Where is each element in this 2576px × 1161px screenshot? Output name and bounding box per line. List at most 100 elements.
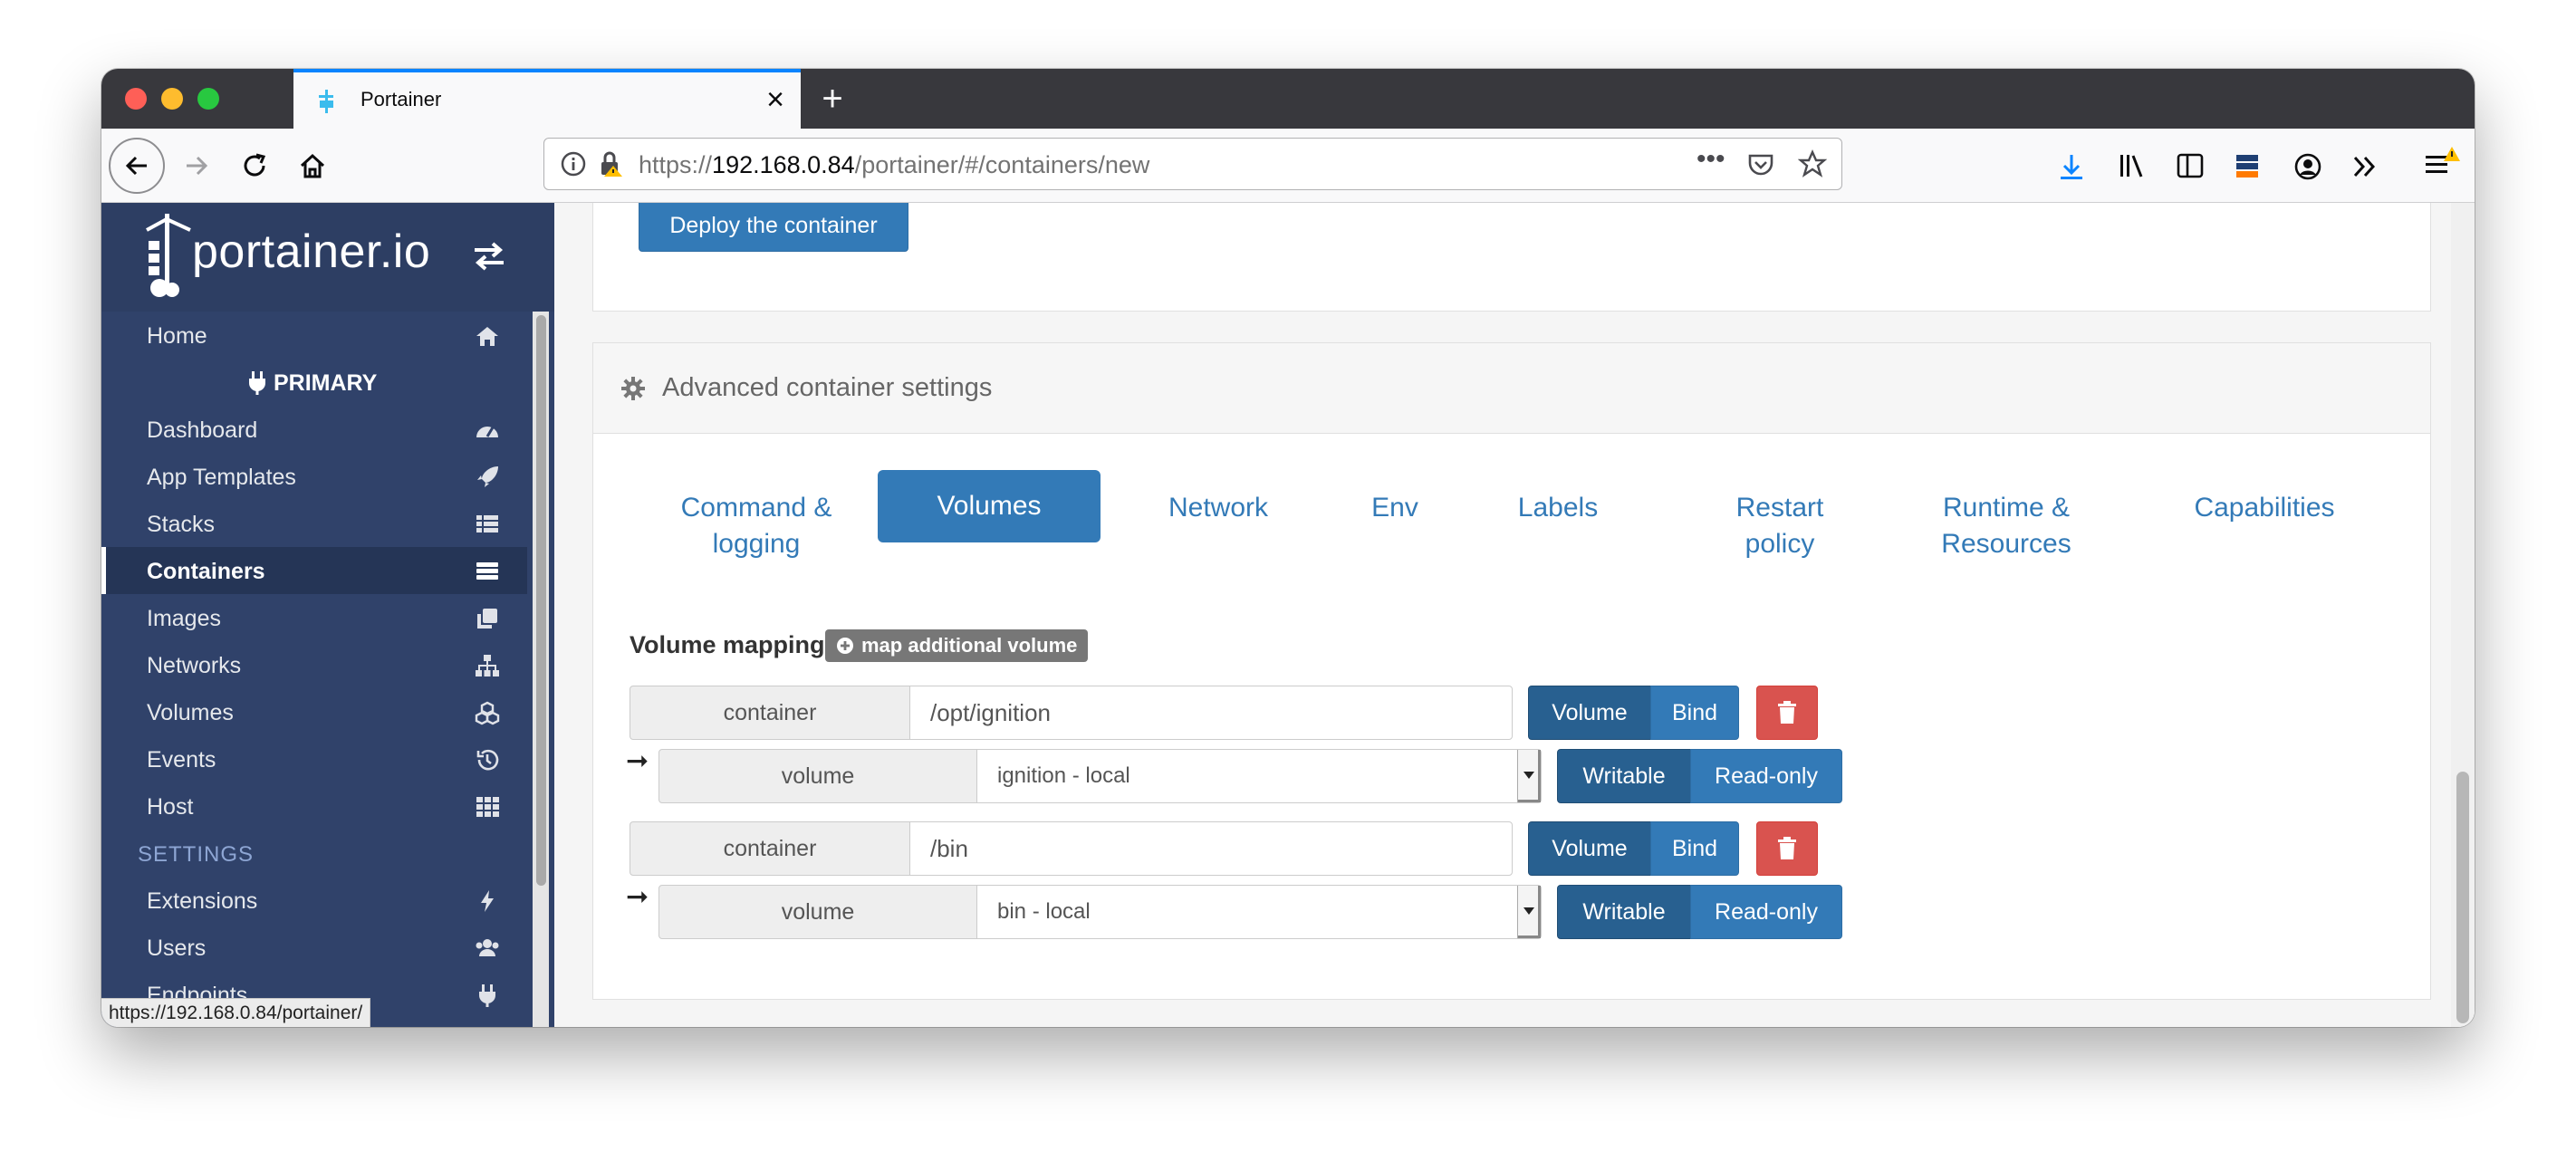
browser-tab[interactable]: Portainer ×	[293, 69, 801, 129]
zoom-window-button[interactable]	[197, 88, 219, 110]
tab-volumes[interactable]: Volumes	[878, 470, 1101, 542]
page-scrollbar-thumb[interactable]	[2456, 772, 2469, 1023]
url-scheme: https://	[639, 151, 713, 178]
bookmark-star-icon[interactable]	[1798, 149, 1827, 178]
tab-env[interactable]: Env	[1345, 490, 1445, 530]
map-additional-volume-label: map additional volume	[861, 634, 1078, 657]
page-content: portainer.io Home PRIMARY Dashboard App …	[101, 203, 2475, 1027]
sidebar-item-stacks[interactable]: Stacks	[101, 500, 527, 547]
forward-button[interactable]	[172, 141, 221, 190]
container-path-input[interactable]: /bin	[909, 821, 1513, 876]
sidebar-scrollbar-thumb[interactable]	[536, 315, 546, 886]
chevron-down-icon	[1523, 772, 1534, 779]
tab-command-logging[interactable]: Command & logging	[648, 490, 865, 571]
volume-select[interactable]: ignition - local	[976, 749, 1542, 803]
sidebar-item-dashboard[interactable]: Dashboard	[101, 406, 527, 453]
th-list-icon	[476, 515, 498, 533]
container-path-addon: container	[630, 686, 910, 740]
deploy-container-button[interactable]: Deploy the container	[639, 203, 908, 252]
tachometer-icon	[476, 427, 498, 437]
downloads-icon[interactable]	[2058, 152, 2085, 181]
sidebar-item-images[interactable]: Images	[101, 594, 527, 641]
writable-button[interactable]: Writable	[1557, 885, 1691, 939]
volume-type-bind-button[interactable]: Bind	[1650, 686, 1739, 740]
menu-icon[interactable]	[2422, 145, 2462, 181]
sidebar-item-label: Images	[147, 606, 221, 631]
plug-icon	[249, 371, 265, 395]
plus-circle-icon	[837, 638, 853, 654]
sidebar-item-label: Home	[147, 323, 207, 349]
close-window-button[interactable]	[125, 88, 147, 110]
tab-restart-policy[interactable]: Restart policy	[1707, 490, 1852, 571]
url-bar[interactable]: https://192.168.0.84/portainer/#/contain…	[543, 138, 1842, 190]
insecure-lock-icon[interactable]	[597, 149, 626, 178]
sidebar: portainer.io Home PRIMARY Dashboard App …	[101, 203, 554, 1027]
pocket-icon[interactable]	[1747, 151, 1774, 178]
volume-select-value: ignition - local	[997, 763, 1130, 788]
tab-network[interactable]: Network	[1137, 490, 1300, 530]
sidebar-item-extensions[interactable]: Extensions	[101, 877, 527, 924]
page-actions-icon[interactable]: •••	[1697, 144, 1725, 175]
writable-button[interactable]: Writable	[1557, 749, 1691, 803]
tab-labels[interactable]: Labels	[1499, 490, 1617, 530]
overflow-chevron-icon[interactable]	[2351, 154, 2379, 179]
sidebar-item-containers[interactable]: Containers	[101, 547, 527, 594]
home-button[interactable]	[288, 141, 337, 190]
select-dropdown-arrow[interactable]	[1517, 750, 1541, 802]
select-dropdown-arrow[interactable]	[1517, 886, 1541, 938]
container-path-addon: container	[630, 821, 910, 876]
sidebar-toggle-icon[interactable]	[2176, 152, 2205, 179]
tab-label: Command &	[680, 493, 832, 523]
tab-capabilities[interactable]: Capabilities	[2160, 490, 2369, 530]
read-only-button[interactable]: Read-only	[1690, 885, 1842, 939]
switch-endpoint-icon[interactable]	[471, 241, 507, 272]
tab-label: Network	[1168, 493, 1269, 523]
chevron-down-icon	[1523, 907, 1534, 915]
close-tab-icon[interactable]: ×	[766, 82, 784, 118]
extension-icon[interactable]	[2234, 152, 2261, 179]
volume-type-volume-button[interactable]: Volume	[1528, 686, 1651, 740]
sidebar-item-label: Host	[147, 794, 194, 820]
widget-header: Advanced container settings	[593, 343, 2430, 434]
tab-label: Runtime &	[1942, 493, 2071, 523]
sidebar-item-host[interactable]: Host	[101, 782, 527, 830]
read-only-button[interactable]: Read-only	[1690, 749, 1842, 803]
sidebar-item-events[interactable]: Events	[101, 735, 527, 782]
info-icon[interactable]	[561, 151, 586, 177]
browser-window: Portainer × + https://192.168.0.84/porta…	[101, 69, 2475, 1027]
volume-addon: volume	[658, 749, 977, 803]
back-button[interactable]	[109, 138, 165, 194]
server-icon	[476, 562, 498, 580]
minimize-window-button[interactable]	[161, 88, 183, 110]
sidebar-header: portainer.io	[101, 203, 554, 312]
url-text: https://192.168.0.84/portainer/#/contain…	[639, 151, 1149, 179]
sidebar-item-networks[interactable]: Networks	[101, 641, 527, 688]
sidebar-item-home[interactable]: Home	[101, 312, 527, 359]
tab-label-line2: policy	[1745, 529, 1815, 559]
history-icon	[476, 749, 499, 771]
home-icon	[476, 327, 498, 346]
widget-title: Advanced container settings	[662, 373, 993, 402]
actions-widget: Deploy the container	[592, 203, 2431, 312]
tab-label: Labels	[1517, 493, 1599, 523]
reload-button[interactable]	[230, 141, 279, 190]
tab-label-line2: logging	[712, 529, 801, 559]
account-icon[interactable]	[2293, 152, 2322, 181]
sidebar-item-app-templates[interactable]: App Templates	[101, 453, 527, 500]
map-additional-volume-button[interactable]: map additional volume	[825, 629, 1089, 662]
sidebar-item-volumes[interactable]: Volumes	[101, 688, 527, 735]
volume-select[interactable]: bin - local	[976, 885, 1542, 939]
remove-volume-button[interactable]	[1756, 821, 1818, 876]
volume-type-volume-button[interactable]: Volume	[1528, 821, 1651, 876]
library-icon[interactable]	[2118, 152, 2147, 179]
remove-volume-button[interactable]	[1756, 686, 1818, 740]
tab-runtime-resources[interactable]: Runtime & Resources	[1916, 490, 2097, 571]
sidebar-item-users[interactable]: Users	[101, 924, 527, 971]
new-tab-button[interactable]: +	[808, 69, 857, 129]
container-path-input[interactable]: /opt/ignition	[909, 686, 1513, 740]
volume-type-bind-button[interactable]: Bind	[1650, 821, 1739, 876]
trash-icon	[1778, 701, 1796, 724]
tab-label: Capabilities	[2194, 493, 2335, 523]
sidebar-item-label: Containers	[147, 559, 265, 584]
rocket-icon	[477, 466, 498, 487]
